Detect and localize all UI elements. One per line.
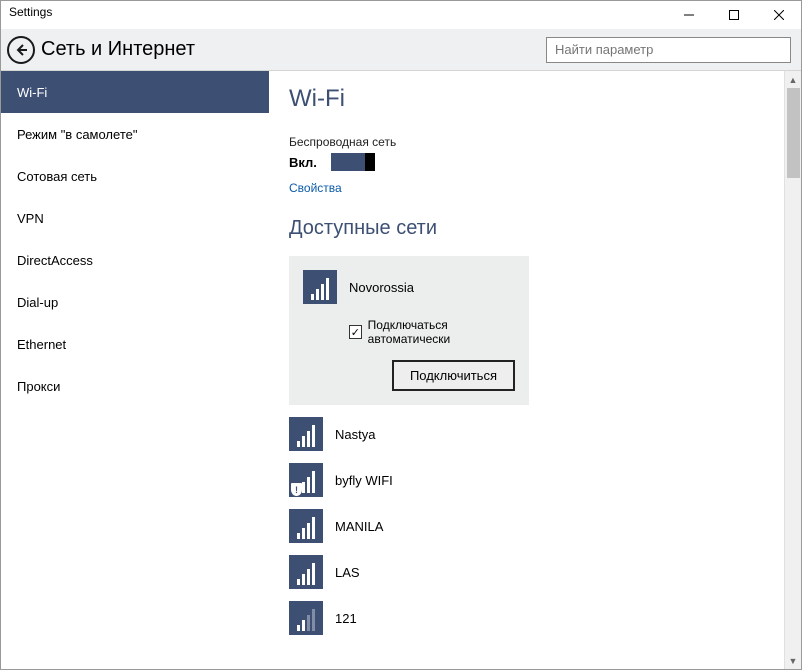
network-item-0[interactable]: Novorossia ✓ Подключаться автоматически Под…	[289, 256, 529, 405]
signal-bars-icon	[297, 609, 315, 631]
sidebar: Wi-FiРежим "в самолете"Сотовая сетьVPNDi…	[1, 71, 269, 669]
wifi-toggle-knob	[365, 153, 375, 171]
wifi-signal-icon	[303, 270, 337, 304]
scroll-thumb[interactable]	[787, 88, 800, 178]
network-row: ! byfly WIFI	[289, 463, 781, 497]
properties-link[interactable]: Свойства	[289, 181, 342, 195]
minimize-button[interactable]	[666, 1, 711, 29]
search-input[interactable]	[553, 41, 784, 58]
signal-bars-icon	[297, 517, 315, 539]
wifi-toggle-row: Вкл.	[289, 153, 781, 171]
signal-bars-icon	[297, 563, 315, 585]
content-inner: Wi-Fi Беспроводная сеть Вкл. Свойства До…	[269, 71, 801, 669]
network-item-4[interactable]: LAS	[289, 555, 781, 589]
scroll-up-icon[interactable]: ▲	[785, 71, 802, 88]
network-list: Novorossia ✓ Подключаться автоматически Под…	[289, 256, 781, 635]
network-name: Novorossia	[349, 280, 414, 295]
wifi-signal-icon	[289, 417, 323, 451]
auto-connect-row: ✓ Подключаться автоматически	[349, 318, 515, 346]
page-title: Сеть и Интернет	[41, 38, 195, 61]
network-row: Novorossia	[303, 270, 515, 304]
wifi-signal-icon	[289, 555, 323, 589]
network-name: LAS	[335, 565, 360, 580]
content: Wi-Fi Беспроводная сеть Вкл. Свойства До…	[269, 71, 801, 669]
connect-button[interactable]: Подключиться	[392, 360, 515, 391]
sidebar-item-2[interactable]: Сотовая сеть	[1, 155, 269, 197]
section-heading-wifi: Wi-Fi	[289, 85, 781, 113]
scrollbar[interactable]: ▲ ▼	[784, 71, 801, 669]
network-name: Nastya	[335, 427, 375, 442]
sidebar-item-4[interactable]: DirectAccess	[1, 239, 269, 281]
settings-window: Settings Сеть и Интернет Wi-FiРежим "в с…	[0, 0, 802, 670]
titlebar: Settings	[1, 1, 801, 29]
scroll-track[interactable]	[785, 88, 802, 652]
network-row: Nastya	[289, 417, 781, 451]
close-button[interactable]	[756, 1, 801, 29]
shield-icon: !	[291, 483, 302, 496]
sidebar-item-0[interactable]: Wi-Fi	[1, 71, 269, 113]
network-item-5[interactable]: 121	[289, 601, 781, 635]
signal-bars-icon	[297, 425, 315, 447]
maximize-button[interactable]	[711, 1, 756, 29]
wireless-label: Беспроводная сеть	[289, 135, 781, 149]
wifi-signal-icon	[289, 509, 323, 543]
network-row: MANILA	[289, 509, 781, 543]
wifi-signal-icon	[289, 601, 323, 635]
network-item-2[interactable]: ! byfly WIFI	[289, 463, 781, 497]
search-box[interactable]	[546, 37, 791, 63]
network-item-3[interactable]: MANILA	[289, 509, 781, 543]
network-row: LAS	[289, 555, 781, 589]
auto-connect-checkbox[interactable]: ✓	[349, 325, 362, 339]
body: Wi-FiРежим "в самолете"Сотовая сетьVPNDi…	[1, 71, 801, 669]
scroll-down-icon[interactable]: ▼	[785, 652, 802, 669]
network-name: MANILA	[335, 519, 383, 534]
window-controls	[666, 1, 801, 29]
signal-bars-icon	[311, 278, 329, 300]
header: Сеть и Интернет	[1, 29, 801, 71]
network-name: byfly WIFI	[335, 473, 393, 488]
network-row: 121	[289, 601, 781, 635]
auto-connect-label: Подключаться автоматически	[368, 318, 515, 346]
sidebar-item-7[interactable]: Прокси	[1, 365, 269, 407]
window-title: Settings	[1, 1, 60, 23]
sidebar-item-5[interactable]: Dial-up	[1, 281, 269, 323]
wifi-toggle[interactable]	[331, 153, 375, 171]
network-item-1[interactable]: Nastya	[289, 417, 781, 451]
network-name: 121	[335, 611, 357, 626]
wifi-toggle-state: Вкл.	[289, 155, 317, 170]
sidebar-item-3[interactable]: VPN	[1, 197, 269, 239]
section-heading-available: Доступные сети	[289, 217, 781, 240]
sidebar-item-1[interactable]: Режим "в самолете"	[1, 113, 269, 155]
back-button[interactable]	[7, 36, 35, 64]
header-left: Сеть и Интернет	[7, 36, 195, 64]
wifi-signal-icon: !	[289, 463, 323, 497]
sidebar-item-6[interactable]: Ethernet	[1, 323, 269, 365]
